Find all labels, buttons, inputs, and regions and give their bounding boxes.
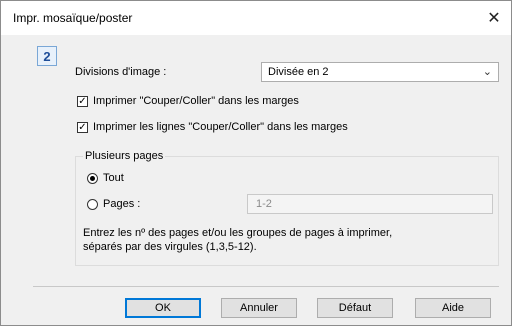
- instructions-line-2: séparés par des virgules (1,3,5-12).: [83, 241, 257, 253]
- radio-page-range[interactable]: [87, 199, 98, 210]
- checkbox-cut-paste-lines-label[interactable]: Imprimer les lignes "Couper/Coller" dans…: [93, 121, 348, 133]
- radio-page-range-label[interactable]: Pages :: [103, 198, 140, 210]
- cancel-button[interactable]: Annuler: [221, 298, 297, 318]
- chevron-down-icon: ⌄: [482, 66, 492, 78]
- radio-selected-dot: [90, 176, 95, 181]
- checkbox-cut-paste-margins-label[interactable]: Imprimer "Couper/Coller" dans les marges: [93, 95, 299, 107]
- page-range-instructions: Entrez les nº des pages et/ou les groupe…: [83, 226, 392, 254]
- checkbox-cut-paste-lines[interactable]: ✓: [77, 122, 88, 133]
- footer-divider: [33, 286, 499, 287]
- page-number-badge-icon: 2: [37, 46, 57, 66]
- help-button[interactable]: Aide: [415, 298, 491, 318]
- instructions-line-1: Entrez les nº des pages et/ou les groupe…: [83, 227, 393, 239]
- title-bar: Impr. mosaïque/poster ✕: [1, 1, 511, 35]
- divisions-label: Divisions d'image :: [75, 66, 167, 78]
- checkbox-cut-paste-margins[interactable]: ✓: [77, 96, 88, 107]
- page-range-input[interactable]: 1-2: [247, 194, 493, 214]
- default-button[interactable]: Défaut: [317, 298, 393, 318]
- close-icon[interactable]: ✕: [483, 7, 505, 29]
- radio-all-pages[interactable]: [87, 173, 98, 184]
- multiple-pages-group-title: Plusieurs pages: [83, 150, 166, 162]
- ok-button[interactable]: OK: [125, 298, 201, 318]
- dialog-window: Impr. mosaïque/poster ✕ 2 Divisions d'im…: [0, 0, 512, 326]
- dialog-title: Impr. mosaïque/poster: [13, 11, 133, 25]
- radio-all-pages-label[interactable]: Tout: [103, 172, 124, 184]
- divisions-select-value: Divisée en 2: [268, 66, 329, 78]
- page-range-value: 1-2: [256, 198, 272, 210]
- divisions-select[interactable]: Divisée en 2 ⌄: [261, 62, 499, 82]
